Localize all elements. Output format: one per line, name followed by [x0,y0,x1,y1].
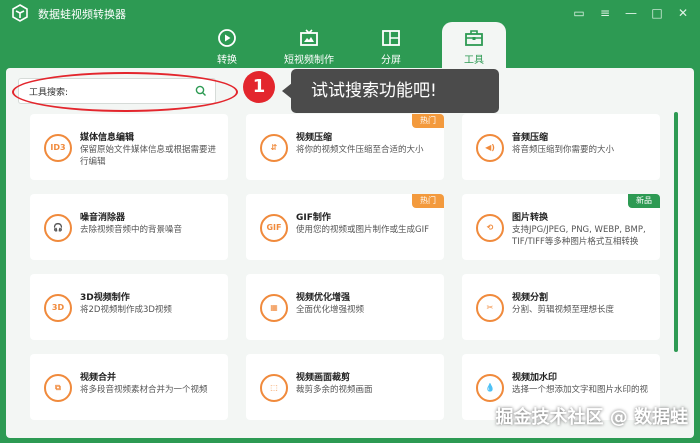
app-title: 数据蛙视频转换器 [38,8,126,21]
tab-label: 短视频制作 [284,55,334,66]
tool-card-title: 视频优化增强 [296,293,351,303]
tool-card-desc: 将你的视频文件压缩至合适的大小 [296,145,424,155]
3d-icon: 3D [44,294,72,322]
app-logo-icon [12,4,28,22]
watermark-drop-icon: 💧 [476,374,504,402]
highlight-ellipse [12,72,238,112]
tool-card-title: 图片转换 [512,213,549,223]
image-convert-icon: ⟲ [476,214,504,242]
crop-icon: ⬚ [260,374,288,402]
tool-card-title: 音频压缩 [512,133,549,143]
scrollbar[interactable] [674,112,678,352]
tool-card-image-convert[interactable]: ⟲ 图片转换 支持JPG/JPEG, PNG, WEBP, BMP, TIF/T… [462,194,660,260]
tool-card-video-enhance[interactable]: ▦ 视频优化增强 全面优化增强视频 [246,274,444,340]
tool-card-noise-remover[interactable]: 🎧 噪音消除器 去除视频音频中的背景噪音 [30,194,228,260]
watermark-text: 掘金技术社区 @ 数据蛙 [495,407,688,428]
tool-card-desc: 分割、剪辑视频至理想长度 [512,305,615,315]
convert-icon [218,29,236,47]
audio-compress-icon: ◀) [476,134,504,162]
tab-convert[interactable]: 转换 [195,22,259,68]
tool-card-desc: 选择一个想添加文字和图片水印的视 [512,385,649,395]
maximize-icon[interactable]: □ [648,4,666,22]
tool-card-desc: 保留原始文件媒体信息或根据需要进行编辑 [80,145,217,167]
tool-card-title: 视频分割 [512,293,549,303]
headphones-icon: 🎧 [44,214,72,242]
merge-icon: ⧉ [44,374,72,402]
tool-card-desc: 支持JPG/JPEG, PNG, WEBP, BMP, TIF/TIFF等多种图… [512,225,646,247]
tv-icon [300,29,318,46]
tool-card-desc: 将多段音视频素材合并为一个视频 [80,385,208,395]
tool-card-desc: 将2D视频制作成3D视频 [80,305,172,315]
toolbox-icon [465,30,483,46]
tab-short-video[interactable]: 短视频制作 [277,22,341,68]
tool-card-video-crop[interactable]: ⬚ 视频画面裁剪 裁剪多余的视频画面 [246,354,444,420]
tool-card-video-split[interactable]: ✂ 视频分割 分割、剪辑视频至理想长度 [462,274,660,340]
compress-icon: ⇵ [260,134,288,162]
tab-label: 工具 [464,55,484,66]
tool-card-title: 媒体信息编辑 [80,133,135,143]
tab-label: 转换 [217,55,237,66]
tool-card-video-merge[interactable]: ⧉ 视频合并 将多段音视频素材合并为一个视频 [30,354,228,420]
step-number-badge: 1 [243,71,275,103]
enhance-icon: ▦ [260,294,288,322]
tool-card-media-info[interactable]: ID3 媒体信息编辑 保留原始文件媒体信息或根据需要进行编辑 [30,114,228,180]
tool-card-gif-maker[interactable]: GIF GIF制作 使用您的视频或图片制作或生成GIF 热门 [246,194,444,260]
tools-panel: 工具搜索: 1 试试搜索功能吧! ID3 媒体信息编辑 保留原始文件媒体信息或根… [6,68,694,438]
tab-split-screen[interactable]: 分屏 [359,22,423,68]
tool-card-title: 噪音消除器 [80,213,126,223]
scissors-icon: ✂ [476,294,504,322]
hot-badge: 热门 [412,194,444,208]
id3-icon: ID3 [44,134,72,162]
gif-icon: GIF [260,214,288,242]
tool-card-title: 3D视频制作 [80,293,130,303]
tool-card-title: GIF制作 [296,213,331,223]
tool-card-desc: 全面优化增强视频 [296,305,365,315]
tab-label: 分屏 [381,55,401,66]
split-screen-icon [382,30,400,46]
tip-callout: 试试搜索功能吧! [291,69,499,113]
tool-card-title: 视频压缩 [296,133,333,143]
feedback-icon[interactable]: ▭ [570,4,588,22]
tool-card-title: 视频加水印 [512,373,558,383]
new-badge: 新品 [628,194,660,208]
tool-card-title: 视频画面裁剪 [296,373,351,383]
tool-card-desc: 裁剪多余的视频画面 [296,385,373,395]
menu-icon[interactable]: ≡ [596,4,614,22]
hot-badge: 热门 [412,114,444,128]
tool-card-desc: 使用您的视频或图片制作或生成GIF [296,225,429,235]
minimize-icon[interactable]: — [622,4,640,22]
tool-card-video-compress[interactable]: ⇵ 视频压缩 将你的视频文件压缩至合适的大小 热门 [246,114,444,180]
tab-tools[interactable]: 工具 [442,22,506,70]
close-icon[interactable]: ✕ [674,4,692,22]
tool-card-title: 视频合并 [80,373,117,383]
main-tabs: 转换 短视频制作 分屏 工具 [0,22,700,70]
tool-card-3d-video[interactable]: 3D 3D视频制作 将2D视频制作成3D视频 [30,274,228,340]
tool-card-desc: 去除视频音频中的背景噪音 [80,225,183,235]
tool-card-desc: 将音频压缩到你需要的大小 [512,145,615,155]
tool-card-audio-compress[interactable]: ◀) 音频压缩 将音频压缩到你需要的大小 [462,114,660,180]
